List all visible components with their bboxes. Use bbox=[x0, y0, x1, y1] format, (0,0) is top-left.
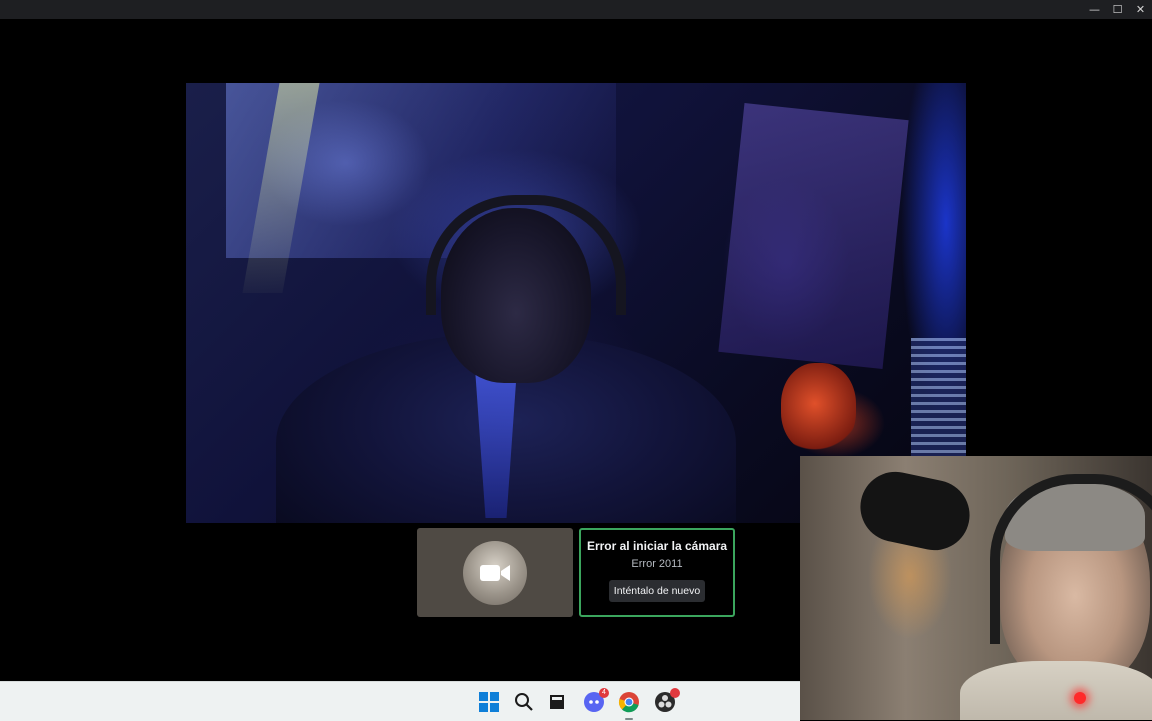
video-shelf bbox=[911, 338, 966, 463]
window-titlebar: — ☐ ✕ bbox=[0, 0, 1152, 19]
camera-error-tile: Error al iniciar la cámara Error 2011 In… bbox=[579, 528, 735, 617]
taskbar: 4 bbox=[0, 681, 800, 721]
camera-error-code: Error 2011 bbox=[631, 558, 683, 570]
discord-icon[interactable]: 4 bbox=[582, 688, 609, 714]
camera-error-title: Error al iniciar la cámara bbox=[586, 539, 728, 553]
camera-preview-tile[interactable] bbox=[417, 528, 573, 617]
recording-light bbox=[1074, 692, 1086, 704]
discord-badge: 4 bbox=[599, 688, 609, 698]
chrome-icon[interactable] bbox=[617, 690, 641, 720]
close-button[interactable]: ✕ bbox=[1129, 0, 1152, 19]
retry-button[interactable]: Inténtalo de nuevo bbox=[609, 580, 705, 602]
start-icon[interactable] bbox=[477, 690, 501, 714]
video-camera-icon bbox=[480, 564, 510, 581]
minimize-button[interactable]: — bbox=[1083, 0, 1106, 19]
maximize-button[interactable]: ☐ bbox=[1106, 0, 1129, 19]
obs-badge bbox=[670, 688, 680, 698]
video-background-poster-right bbox=[718, 103, 909, 369]
obs-icon[interactable] bbox=[653, 688, 680, 714]
window-controls: — ☐ ✕ bbox=[1083, 0, 1152, 19]
avatar bbox=[463, 540, 527, 605]
task-view-icon[interactable] bbox=[545, 690, 569, 714]
webcam-hoodie bbox=[960, 661, 1152, 720]
webcam-overlay bbox=[800, 456, 1152, 720]
video-plush-toy bbox=[781, 363, 856, 453]
search-icon[interactable] bbox=[512, 690, 536, 714]
webcam-headphones bbox=[990, 474, 1152, 644]
webcam-microphone bbox=[853, 465, 977, 557]
